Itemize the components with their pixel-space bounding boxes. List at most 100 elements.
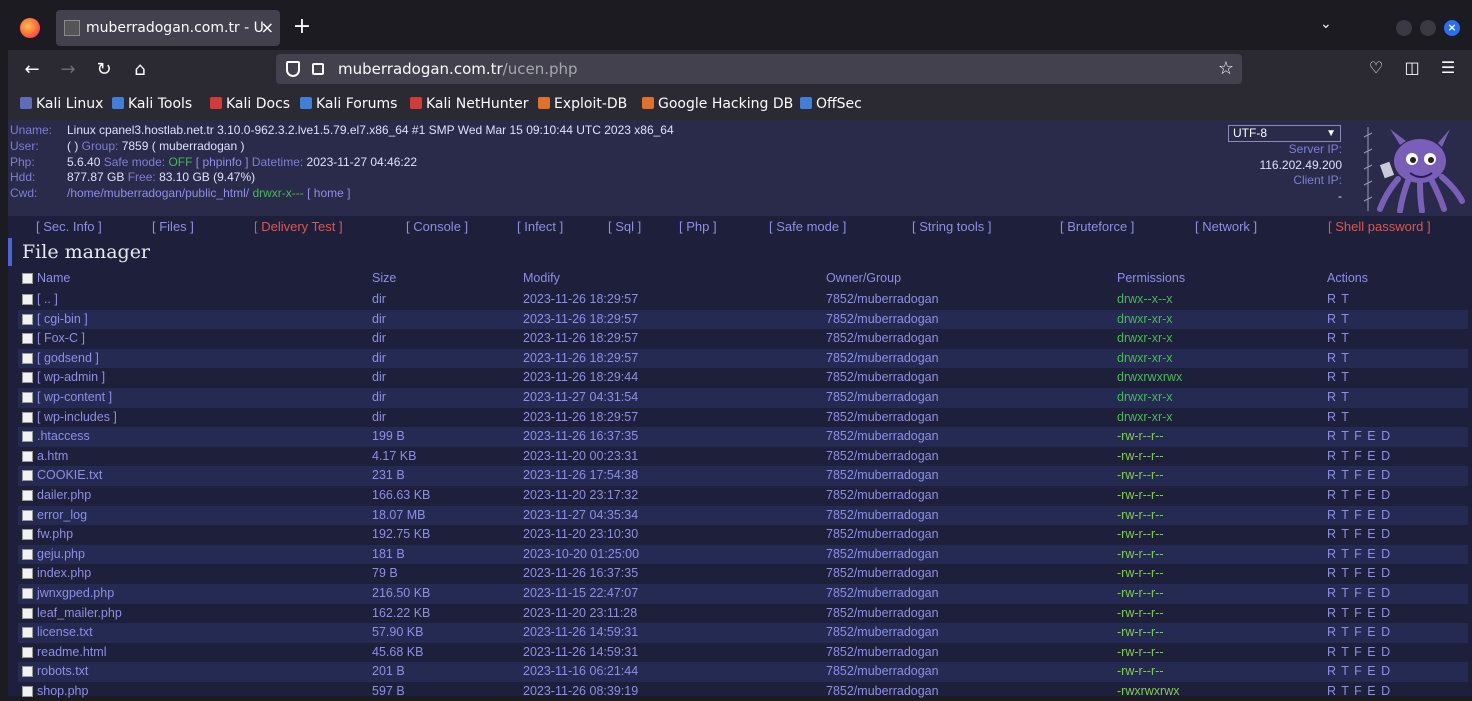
file-actions[interactable]: R T F E D [1327,429,1391,443]
file-permissions-link[interactable]: drwxr-xr-x [1117,312,1173,326]
row-checkbox[interactable] [22,294,33,305]
file-actions[interactable]: R T [1327,390,1350,404]
file-actions[interactable]: R T F E D [1327,645,1391,659]
file-name-link[interactable]: [ godsend ] [37,351,99,365]
row-checkbox[interactable] [22,372,33,384]
file-name-link[interactable]: [ Fox-C ] [37,331,85,345]
bookmark-google-hacking-db[interactable]: Google Hacking DB [642,96,793,112]
file-permissions-link[interactable]: -rw-r--r-- [1117,606,1164,620]
row-checkbox[interactable] [22,450,33,462]
row-checkbox[interactable] [22,548,33,560]
file-name-link[interactable]: geju.php [37,547,85,561]
menu-safe-mode[interactable]: [ Safe mode ] [769,219,846,234]
file-permissions-link[interactable]: -rw-r--r-- [1117,547,1164,561]
file-permissions-link[interactable]: drwxr-xr-x [1117,331,1173,345]
shield-icon[interactable] [286,61,300,77]
file-name-link[interactable]: index.php [37,566,91,580]
file-name-link[interactable]: jwnxgped.php [37,586,114,600]
file-actions[interactable]: R T F E D [1327,488,1391,502]
file-permissions-link[interactable]: drwxr-xr-x [1117,410,1173,424]
home-link[interactable]: [ home ] [307,186,350,200]
bookmark-star-icon[interactable]: ☆ [1218,58,1234,79]
row-checkbox[interactable] [22,333,33,345]
col-owner[interactable]: Owner/Group [826,271,901,285]
file-name-link[interactable]: [ cgi-bin ] [37,312,88,326]
file-name-link[interactable]: a.htm [37,449,68,463]
col-size[interactable]: Size [372,271,396,285]
file-actions[interactable]: R T [1327,312,1350,326]
phpinfo-link[interactable]: [ phpinfo ] [196,155,249,169]
bookmark-kali-tools[interactable]: Kali Tools [112,96,192,112]
file-name-link[interactable]: [ wp-admin ] [37,370,105,384]
minimize-button[interactable] [1396,20,1412,36]
row-checkbox[interactable] [22,352,33,364]
row-checkbox[interactable] [22,529,33,541]
file-actions[interactable]: R T [1327,331,1350,345]
menu-icon[interactable]: ☰ [1436,58,1460,77]
file-permissions-link[interactable]: -rw-r--r-- [1117,586,1164,600]
lock-icon[interactable] [312,63,324,75]
close-window-button[interactable]: × [1444,20,1460,36]
file-permissions-link[interactable]: -rw-r--r-- [1117,488,1164,502]
new-tab-button[interactable]: + [288,14,316,42]
chevron-down-icon[interactable]: ⌄ [1320,16,1332,32]
file-name-link[interactable]: robots.txt [37,664,88,678]
file-actions[interactable]: R T F E D [1327,527,1391,541]
menu-string-tools[interactable]: [ String tools ] [912,219,991,234]
menu-sec-info[interactable]: [ Sec. Info ] [36,219,102,234]
file-permissions-link[interactable]: -rw-r--r-- [1117,468,1164,482]
url-bar[interactable]: muberradogan.com.tr/ucen.php ☆ [276,54,1242,84]
charset-select[interactable]: UTF-8 ▼ [1228,125,1341,142]
file-name-link[interactable]: leaf_mailer.php [37,606,122,620]
menu-sql[interactable]: [ Sql ] [608,219,641,234]
menu-console[interactable]: [ Console ] [406,219,468,234]
file-permissions-link[interactable]: -rw-r--r-- [1117,645,1164,659]
menu-files[interactable]: [ Files ] [152,219,194,234]
maximize-button[interactable] [1420,20,1436,36]
file-actions[interactable]: R T [1327,351,1350,365]
row-checkbox[interactable] [22,568,33,580]
file-name-link[interactable]: error_log [37,508,87,522]
row-checkbox[interactable] [22,411,33,423]
file-actions[interactable]: R T F E D [1327,606,1391,620]
file-permissions-link[interactable]: -rw-r--r-- [1117,566,1164,580]
url-text[interactable]: muberradogan.com.tr/ucen.php [338,54,578,84]
file-name-link[interactable]: dailer.php [37,488,91,502]
firefox-icon[interactable] [20,18,40,38]
file-permissions-link[interactable]: drwxr-xr-x [1117,390,1173,404]
file-actions[interactable]: R T F E D [1327,566,1391,580]
row-checkbox[interactable] [22,587,33,599]
file-name-link[interactable]: .htaccess [37,429,90,443]
row-checkbox[interactable] [22,607,33,619]
tab-close-icon[interactable]: × [261,10,274,46]
file-name-link[interactable]: readme.html [37,645,106,659]
file-name-link[interactable]: [ wp-includes ] [37,410,117,424]
cwd-path-link[interactable]: /home/muberradogan/public_html/ [67,186,249,200]
row-checkbox[interactable] [22,313,33,325]
file-actions[interactable]: R T F E D [1327,625,1391,639]
file-actions[interactable]: R T [1327,370,1350,384]
menu-network[interactable]: [ Network ] [1195,219,1257,234]
menu-infect[interactable]: [ Infect ] [517,219,563,234]
col-name[interactable]: Name [37,271,70,285]
bookmark-kali-nethunter[interactable]: Kali NetHunter [410,96,528,112]
forward-arrow-icon[interactable]: → [56,58,80,82]
row-checkbox[interactable] [22,666,33,678]
file-permissions-link[interactable]: drwxrwxrwx [1117,370,1182,384]
row-checkbox[interactable] [22,431,33,443]
menu-shell-password[interactable]: [ Shell password ] [1328,219,1431,234]
file-name-link[interactable]: [ .. ] [37,292,58,306]
bookmark-kali-linux[interactable]: Kali Linux [20,96,103,112]
back-arrow-icon[interactable]: ← [20,58,44,82]
menu-delivery-test[interactable]: [ Delivery Test ] [254,219,343,234]
file-permissions-link[interactable]: -rw-r--r-- [1117,508,1164,522]
row-checkbox[interactable] [22,627,33,639]
tab-active[interactable]: muberradogan.com.tr - U × [56,10,280,46]
file-permissions-link[interactable]: drwxr-xr-x [1117,351,1173,365]
file-permissions-link[interactable]: -rw-r--r-- [1117,429,1164,443]
file-actions[interactable]: R T [1327,410,1350,424]
file-permissions-link[interactable]: -rw-r--r-- [1117,625,1164,639]
col-modify[interactable]: Modify [523,271,560,285]
file-permissions-link[interactable]: -rw-r--r-- [1117,527,1164,541]
file-permissions-link[interactable]: -rw-r--r-- [1117,664,1164,678]
